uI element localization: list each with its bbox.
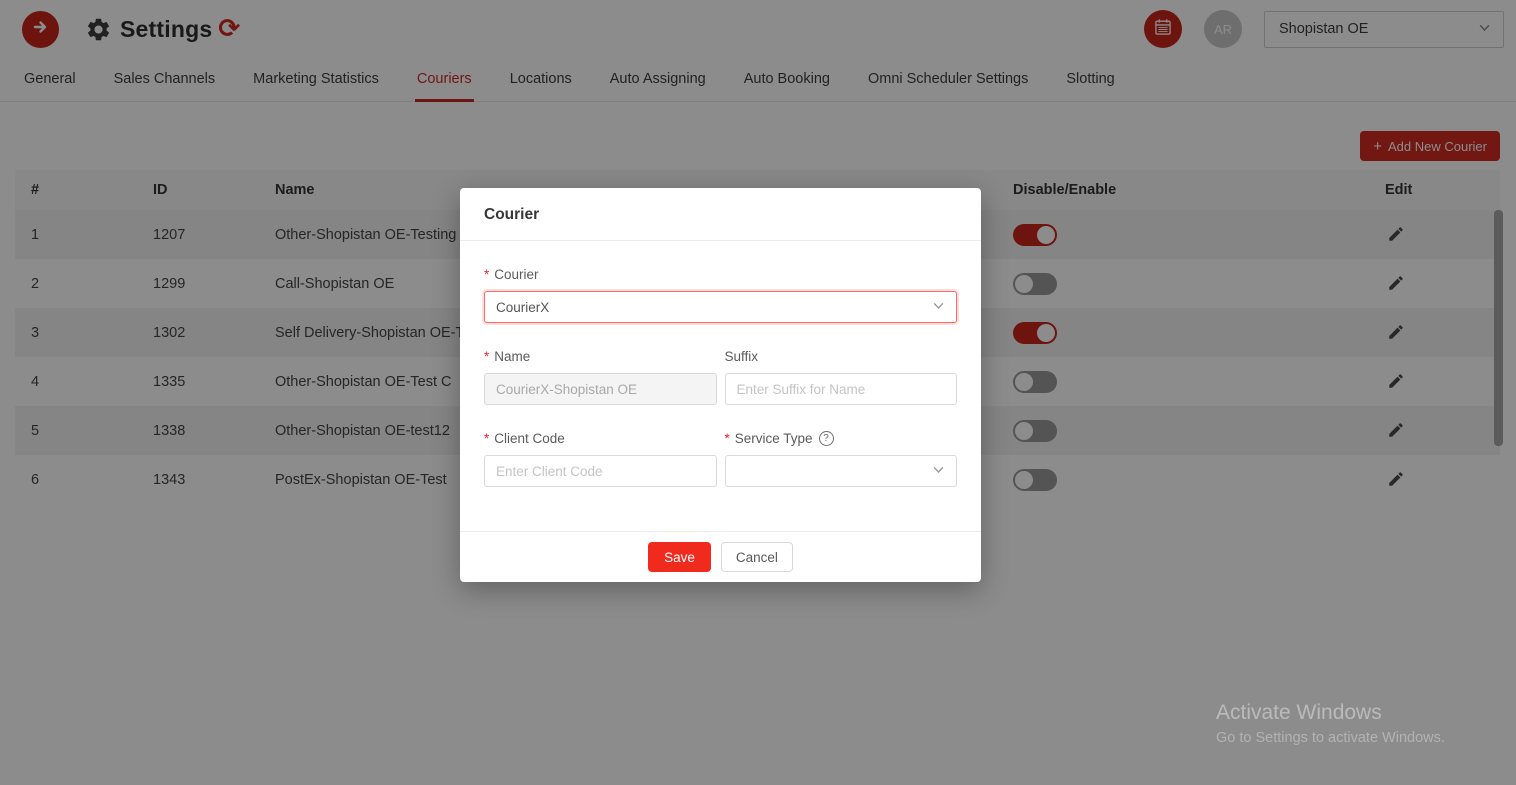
required-asterisk: * bbox=[725, 431, 730, 446]
save-button[interactable]: Save bbox=[648, 542, 711, 572]
name-field-label: * Name bbox=[484, 349, 717, 364]
courier-select[interactable]: CourierX bbox=[484, 291, 957, 323]
courier-modal: Courier * Courier CourierX * Name Suffix bbox=[460, 188, 981, 582]
service-type-select[interactable] bbox=[725, 455, 958, 487]
modal-title: Courier bbox=[460, 188, 981, 241]
chevron-down-icon bbox=[932, 299, 945, 315]
suffix-field-label: Suffix bbox=[725, 349, 958, 364]
client-code-input[interactable] bbox=[484, 455, 717, 487]
required-asterisk: * bbox=[484, 431, 489, 446]
courier-field-label: * Courier bbox=[484, 267, 957, 282]
modal-footer: Save Cancel bbox=[460, 531, 981, 582]
client-code-field-label: * Client Code bbox=[484, 431, 717, 446]
service-type-field-label: * Service Type ? bbox=[725, 431, 958, 446]
suffix-input[interactable] bbox=[725, 373, 958, 405]
required-asterisk: * bbox=[484, 267, 489, 282]
cancel-button[interactable]: Cancel bbox=[721, 542, 793, 572]
chevron-down-icon bbox=[932, 463, 945, 479]
required-asterisk: * bbox=[484, 349, 489, 364]
name-input[interactable] bbox=[484, 373, 717, 405]
courier-select-value: CourierX bbox=[496, 300, 549, 315]
question-circle-icon[interactable]: ? bbox=[819, 431, 834, 446]
